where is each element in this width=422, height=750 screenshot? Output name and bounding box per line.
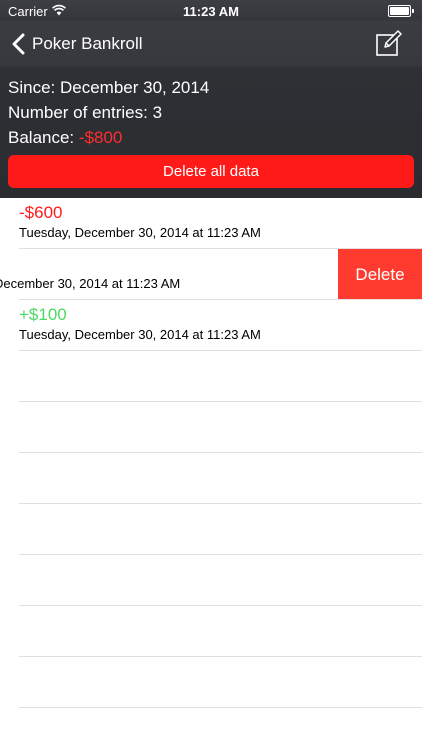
battery-icon [388, 5, 414, 17]
list-item[interactable]: +$100 Tuesday, December 30, 2014 at 11:2… [0, 300, 422, 351]
entries-list: -$600 Tuesday, December 30, 2014 at 11:2… [0, 198, 422, 750]
back-button[interactable]: Poker Bankroll [10, 32, 143, 56]
since-label: Since: [8, 78, 56, 97]
back-label: Poker Bankroll [32, 34, 143, 53]
row-separator [19, 605, 422, 606]
since-value: December 30, 2014 [59, 78, 210, 97]
delete-row-button[interactable]: Delete [338, 249, 422, 300]
row-separator [19, 401, 422, 402]
compose-icon[interactable] [376, 30, 402, 56]
entries-line: Number of entries: 3 [8, 102, 209, 127]
delete-all-button[interactable]: Delete all data [8, 155, 414, 188]
entry-date: December 30, 2014 at 11:23 AM [0, 276, 181, 291]
row-separator [19, 656, 422, 657]
entry-date: Tuesday, December 30, 2014 at 11:23 AM [19, 225, 261, 240]
list-item[interactable]: -$600 Tuesday, December 30, 2014 at 11:2… [0, 198, 422, 249]
balance-line: Balance: -$800 [8, 127, 209, 152]
row-separator [19, 350, 422, 351]
row-separator [19, 452, 422, 453]
since-line: Since: December 30, 2014 [8, 77, 209, 102]
bankroll-summary: Since: December 30, 2014 Number of entri… [8, 77, 209, 152]
balance-value: -$800 [78, 128, 123, 147]
row-separator [19, 503, 422, 504]
entries-label: Number of entries: [8, 103, 148, 122]
entry-amount: +$100 [19, 305, 67, 324]
entries-value: 3 [152, 103, 163, 122]
entry-date: Tuesday, December 30, 2014 at 11:23 AM [19, 327, 261, 342]
header-panel: Carrier 11:23 AM Poker Bankroll Since: D… [0, 0, 422, 198]
status-time: 11:23 AM [183, 4, 239, 19]
balance-label: Balance: [8, 128, 75, 147]
app-screen: Carrier 11:23 AM Poker Bankroll Since: D… [0, 0, 422, 750]
row-separator [19, 554, 422, 555]
row-separator [19, 707, 422, 708]
chevron-left-icon [12, 33, 25, 55]
navigation-bar: Poker Bankroll [0, 22, 422, 66]
entry-amount: -$600 [19, 203, 63, 222]
status-bar: Carrier 11:23 AM [0, 0, 422, 22]
list-item-swiped[interactable]: December 30, 2014 at 11:23 AM Delete [0, 249, 422, 300]
